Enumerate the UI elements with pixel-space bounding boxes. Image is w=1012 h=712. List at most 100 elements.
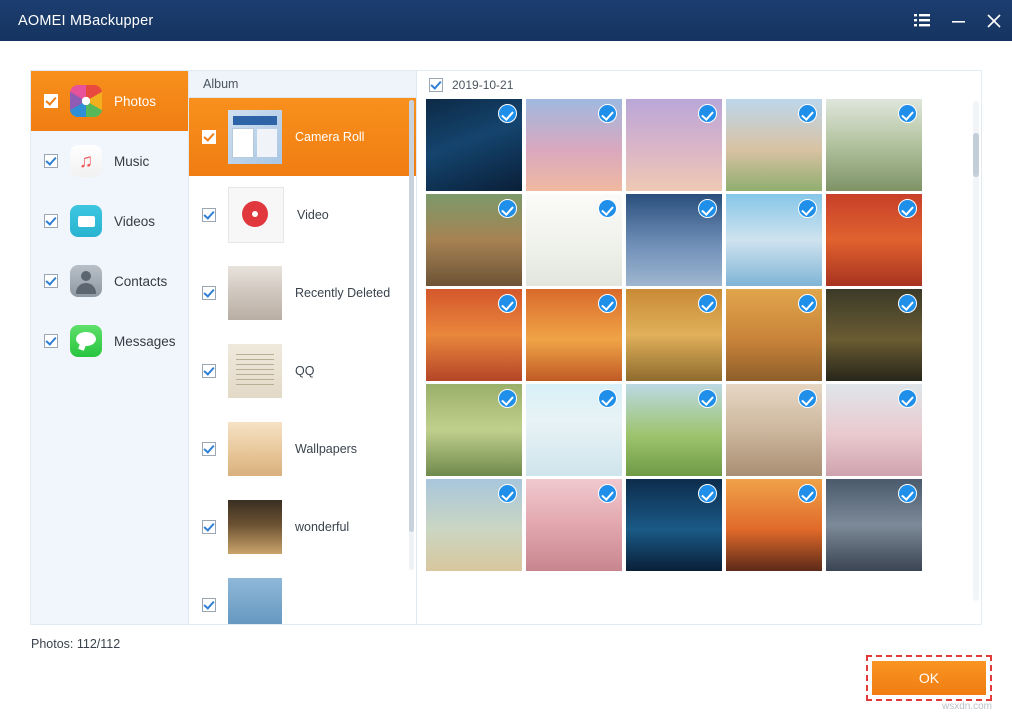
photo-green-leaf-dew[interactable] bbox=[426, 384, 522, 476]
photo-selected-icon[interactable] bbox=[698, 484, 717, 503]
messages-checkbox[interactable] bbox=[44, 334, 58, 348]
menu-list-icon[interactable] bbox=[904, 0, 940, 41]
album-thumbnail-icon bbox=[228, 110, 282, 164]
photo-wooden-house[interactable] bbox=[426, 194, 522, 286]
album-item-camera-roll[interactable]: Camera Roll bbox=[189, 98, 416, 176]
album-checkbox[interactable] bbox=[202, 598, 216, 612]
photo-group-date: 2019-10-21 bbox=[452, 78, 513, 92]
photo-selected-icon[interactable] bbox=[798, 294, 817, 313]
photo-selected-icon[interactable] bbox=[598, 484, 617, 503]
photo-selected-icon[interactable] bbox=[798, 199, 817, 218]
photo-pink-rose[interactable] bbox=[826, 384, 922, 476]
photo-street-night[interactable] bbox=[826, 479, 922, 571]
photo-red-leaf[interactable] bbox=[526, 384, 622, 476]
photo-selected-icon[interactable] bbox=[798, 484, 817, 503]
photo-road-trees[interactable] bbox=[826, 99, 922, 191]
photo-bonsai-white[interactable] bbox=[526, 194, 622, 286]
photo-scrollbar-thumb[interactable] bbox=[973, 133, 979, 177]
photo-row bbox=[426, 289, 981, 381]
photo-town-river[interactable] bbox=[726, 99, 822, 191]
album-label: Wallpapers bbox=[295, 442, 357, 456]
photo-selected-icon[interactable] bbox=[898, 389, 917, 408]
album-item-wonderful[interactable]: wonderful bbox=[189, 488, 416, 566]
photo-selected-icon[interactable] bbox=[898, 294, 917, 313]
photo-group-checkbox[interactable] bbox=[429, 78, 443, 92]
photo-pink-sky[interactable] bbox=[526, 99, 622, 191]
photo-selected-icon[interactable] bbox=[598, 199, 617, 218]
music-checkbox[interactable] bbox=[44, 154, 58, 168]
photo-dark-forest[interactable] bbox=[826, 289, 922, 381]
photo-selected-icon[interactable] bbox=[498, 389, 517, 408]
photo-selected-icon[interactable] bbox=[598, 294, 617, 313]
minimize-icon[interactable] bbox=[940, 0, 976, 41]
messages-icon bbox=[70, 325, 102, 357]
photo-tower-night[interactable] bbox=[626, 194, 722, 286]
album-label: QQ bbox=[295, 364, 314, 378]
photo-selected-icon[interactable] bbox=[498, 199, 517, 218]
photo-pink-bokeh[interactable] bbox=[526, 479, 622, 571]
album-column: Album Camera Roll Video bbox=[189, 71, 417, 624]
photo-selected-icon[interactable] bbox=[898, 104, 917, 123]
sidebar-item-music[interactable]: ♫ Music bbox=[31, 131, 188, 191]
album-checkbox[interactable] bbox=[202, 364, 216, 378]
album-label: Video bbox=[297, 208, 329, 222]
sidebar-item-messages[interactable]: Messages bbox=[31, 311, 188, 371]
photo-mountain-road[interactable] bbox=[426, 479, 522, 571]
album-checkbox[interactable] bbox=[202, 208, 216, 222]
photo-selected-icon[interactable] bbox=[698, 104, 717, 123]
application-window: AOMEI MBackupper bbox=[0, 0, 1012, 675]
photo-red-maple[interactable] bbox=[826, 194, 922, 286]
photos-checkbox[interactable] bbox=[44, 94, 58, 108]
album-label: Camera Roll bbox=[295, 130, 364, 144]
album-item-recently-deleted[interactable]: Recently Deleted bbox=[189, 254, 416, 332]
album-checkbox[interactable] bbox=[202, 286, 216, 300]
photo-hands-flower[interactable] bbox=[726, 384, 822, 476]
album-label: wonderful bbox=[295, 520, 349, 534]
photo-selected-icon[interactable] bbox=[698, 199, 717, 218]
album-item-qq[interactable]: QQ bbox=[189, 332, 416, 410]
photo-garden-lantern[interactable] bbox=[626, 289, 722, 381]
photo-selected-icon[interactable] bbox=[698, 294, 717, 313]
photo-maple-leaves-a[interactable] bbox=[426, 289, 522, 381]
photo-selected-icon[interactable] bbox=[898, 199, 917, 218]
photo-selected-icon[interactable] bbox=[698, 389, 717, 408]
photo-selected-icon[interactable] bbox=[598, 389, 617, 408]
photo-autumn-house[interactable] bbox=[726, 289, 822, 381]
album-item-video[interactable]: Video bbox=[189, 176, 416, 254]
photo-group-header: 2019-10-21 bbox=[417, 71, 981, 99]
videos-icon bbox=[70, 205, 102, 237]
photo-selected-icon[interactable] bbox=[498, 294, 517, 313]
photo-green-leaves[interactable] bbox=[626, 384, 722, 476]
contacts-checkbox[interactable] bbox=[44, 274, 58, 288]
photo-purple-clouds[interactable] bbox=[626, 99, 722, 191]
sidebar-item-videos[interactable]: Videos bbox=[31, 191, 188, 251]
photo-selected-icon[interactable] bbox=[798, 104, 817, 123]
album-checkbox[interactable] bbox=[202, 442, 216, 456]
watermark-text: wsxdn.com bbox=[942, 701, 992, 712]
photo-globe-tech[interactable] bbox=[626, 479, 722, 571]
photo-selected-icon[interactable] bbox=[498, 104, 517, 123]
photo-selected-icon[interactable] bbox=[498, 484, 517, 503]
videos-checkbox[interactable] bbox=[44, 214, 58, 228]
album-item-partial[interactable] bbox=[189, 566, 416, 624]
window-body: Photos ♫ Music Videos Contacts bbox=[0, 41, 1012, 675]
title-bar: AOMEI MBackupper bbox=[0, 0, 1012, 41]
photo-selected-icon[interactable] bbox=[798, 389, 817, 408]
sidebar-item-photos[interactable]: Photos bbox=[31, 71, 188, 131]
album-thumbnail-icon bbox=[228, 187, 284, 243]
photo-selected-icon[interactable] bbox=[898, 484, 917, 503]
photo-maple-leaves-b[interactable] bbox=[526, 289, 622, 381]
photo-pool-sea[interactable] bbox=[726, 194, 822, 286]
album-item-wallpapers[interactable]: Wallpapers bbox=[189, 410, 416, 488]
app-title: AOMEI MBackupper bbox=[18, 13, 153, 29]
album-checkbox[interactable] bbox=[202, 520, 216, 534]
album-checkbox[interactable] bbox=[202, 130, 216, 144]
ok-button-highlight: OK bbox=[866, 655, 992, 701]
photo-sunset-road[interactable] bbox=[726, 479, 822, 571]
close-icon[interactable] bbox=[976, 0, 1012, 41]
photo-city-blue[interactable] bbox=[426, 99, 522, 191]
album-scrollbar-thumb[interactable] bbox=[409, 100, 414, 532]
ok-button[interactable]: OK bbox=[872, 661, 986, 695]
photo-selected-icon[interactable] bbox=[598, 104, 617, 123]
sidebar-item-contacts[interactable]: Contacts bbox=[31, 251, 188, 311]
